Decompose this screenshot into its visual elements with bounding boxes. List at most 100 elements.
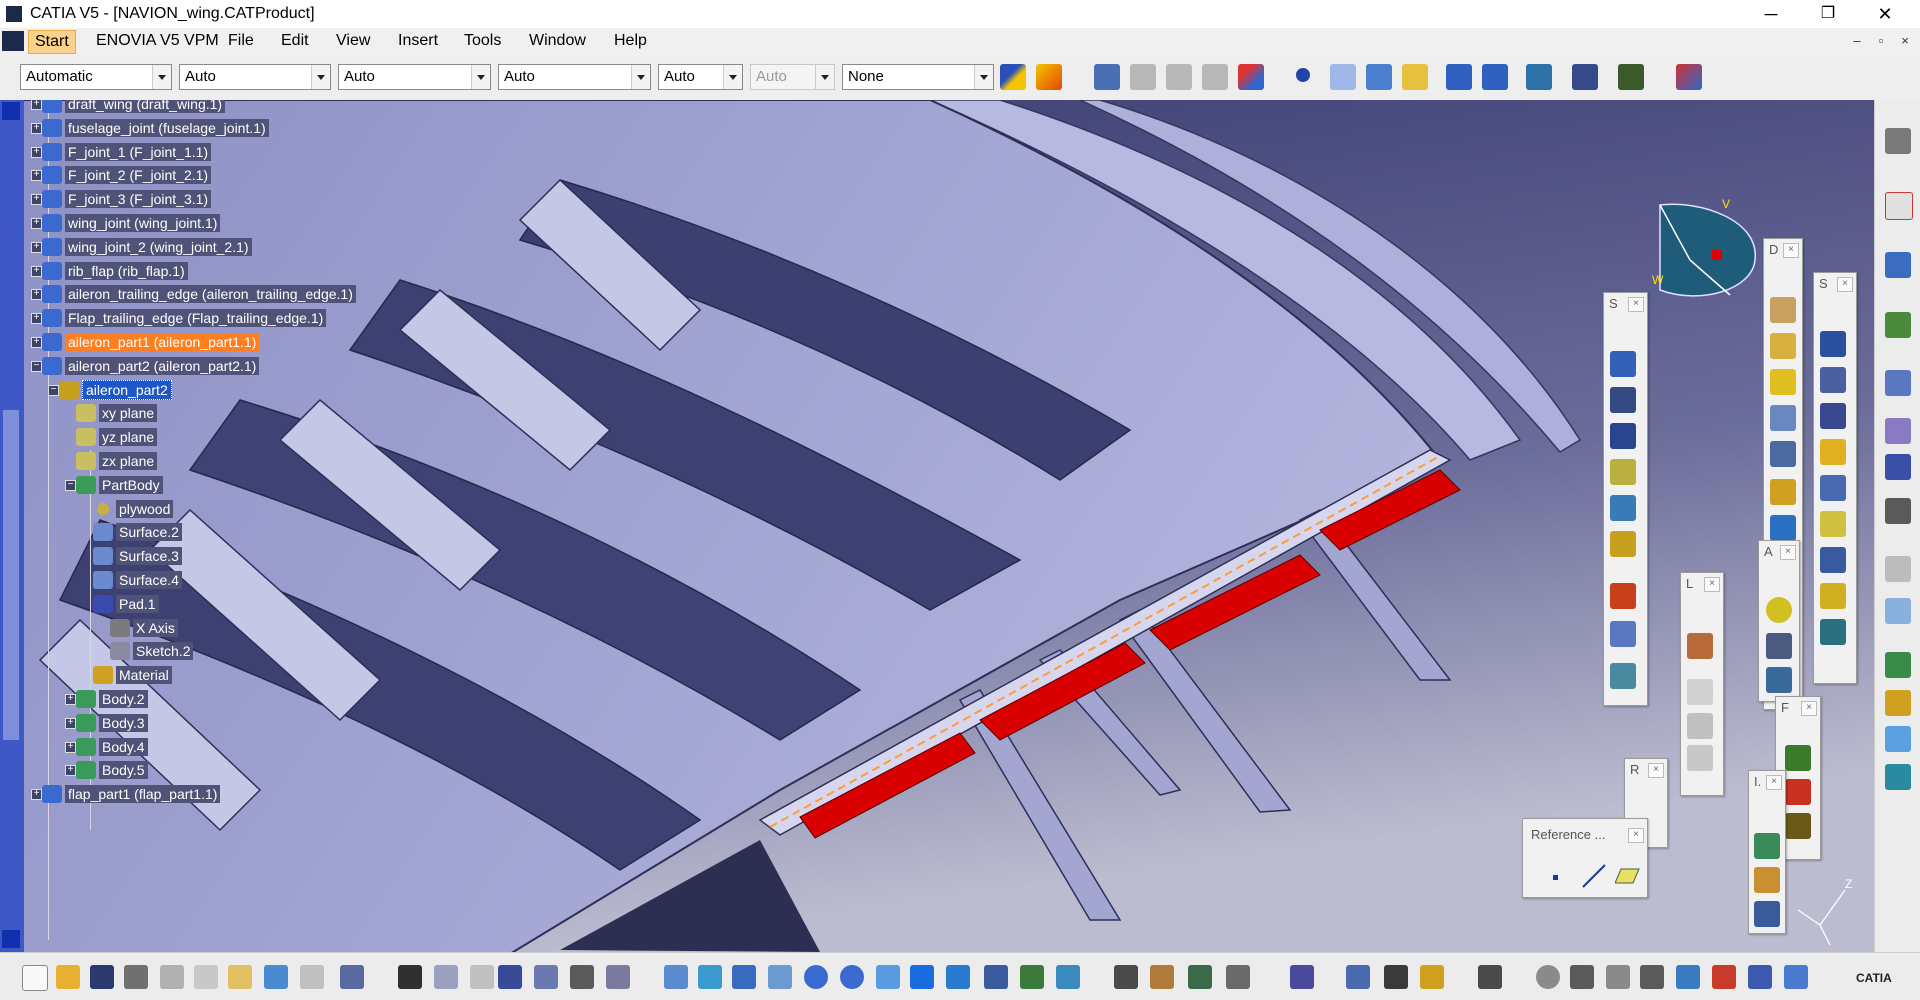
close-icon[interactable]: × xyxy=(1837,277,1853,292)
measure-icon[interactable] xyxy=(1402,64,1428,90)
menu-view[interactable]: View xyxy=(336,32,370,50)
close-icon[interactable]: × xyxy=(1780,545,1796,560)
expand-toggle-icon[interactable]: + xyxy=(65,717,76,729)
pcs-icon[interactable] xyxy=(1885,192,1913,220)
tree-item[interactable]: − aileron_part2 (aileron_part2.1) xyxy=(31,356,260,376)
surface-icon[interactable] xyxy=(1366,64,1392,90)
tree-item[interactable]: Surface.2 xyxy=(93,522,182,542)
settings-gear-icon[interactable] xyxy=(1114,965,1138,989)
expand-toggle-icon[interactable]: + xyxy=(31,218,42,229)
rotate-icon[interactable] xyxy=(768,965,792,989)
catalog-browser-icon[interactable] xyxy=(1676,64,1702,90)
tree-item[interactable]: + Flap_trailing_edge (Flap_trailing_edge.… xyxy=(31,308,327,328)
point-icon[interactable] xyxy=(1296,68,1310,82)
close-icon[interactable]: × xyxy=(1783,243,1799,258)
close-icon[interactable]: × xyxy=(1801,701,1817,716)
catalog-icon[interactable] xyxy=(1130,64,1156,90)
expand-toggle-icon[interactable]: + xyxy=(31,337,42,348)
layer-combo[interactable]: None xyxy=(842,64,994,90)
menu-file[interactable]: File xyxy=(228,32,254,50)
stiffener-icon[interactable] xyxy=(1820,547,1846,573)
tree-item[interactable]: + rib_flap (rib_flap.1) xyxy=(31,261,188,281)
swap-visible-icon[interactable] xyxy=(1056,965,1080,989)
floating-toolbar-title[interactable]: D × xyxy=(1764,239,1802,261)
comment-icon[interactable] xyxy=(434,965,458,989)
explode-icon[interactable] xyxy=(1290,965,1314,989)
plane-icon[interactable] xyxy=(1614,867,1641,887)
annotation-icon[interactable] xyxy=(1885,764,1911,790)
menu-insert[interactable]: Insert xyxy=(398,32,438,50)
expand-toggle-icon[interactable]: + xyxy=(31,170,42,182)
design-mode-icon[interactable] xyxy=(1150,965,1174,989)
hide-show-icon[interactable] xyxy=(1020,965,1044,989)
tree-item[interactable]: + draft_wing (draft_wing.1) xyxy=(31,100,226,114)
tree-item[interactable]: xy plane xyxy=(76,403,158,423)
tree-item[interactable]: Surface.4 xyxy=(93,570,182,590)
minimize-button[interactable]: ─ xyxy=(1748,2,1794,26)
manipulation-icon[interactable] xyxy=(1226,965,1250,989)
expand-toggle-icon[interactable]: + xyxy=(65,765,76,777)
transparency-combo[interactable]: Auto xyxy=(179,64,331,90)
boolean-icon[interactable] xyxy=(1885,598,1911,624)
shading-icon[interactable] xyxy=(984,965,1008,989)
menu-tools[interactable]: Tools xyxy=(464,32,501,50)
relimit-icon[interactable] xyxy=(1610,531,1636,557)
points-group-icon[interactable] xyxy=(1687,633,1713,659)
expand-toggle-icon[interactable]: − xyxy=(31,360,42,372)
pan-icon[interactable] xyxy=(732,965,756,989)
profile-icon[interactable] xyxy=(1610,495,1636,521)
mdi-close-button[interactable]: × xyxy=(1896,32,1914,50)
fillet-icon[interactable] xyxy=(1770,297,1796,323)
thickness-bottom-icon[interactable] xyxy=(1784,965,1808,989)
cylinder-icon[interactable] xyxy=(1766,597,1792,623)
scroll-up-arrow[interactable] xyxy=(2,102,20,120)
menu-start[interactable]: Start xyxy=(28,30,76,54)
save-icon[interactable] xyxy=(90,965,114,989)
tree-item[interactable]: Surface.3 xyxy=(93,546,182,566)
hole-icon[interactable] xyxy=(1820,439,1846,465)
refresh-icon[interactable] xyxy=(1536,965,1560,989)
close-icon[interactable]: × xyxy=(1648,763,1664,778)
expand-toggle-icon[interactable]: − xyxy=(65,479,76,491)
draft-icon[interactable] xyxy=(1885,726,1911,752)
line-tool-icon[interactable] xyxy=(1687,679,1713,705)
print-icon[interactable] xyxy=(124,965,148,989)
inertia-icon[interactable] xyxy=(1420,965,1444,989)
constraint-icon[interactable] xyxy=(1482,64,1508,90)
exit-workbench-icon[interactable] xyxy=(1610,387,1636,413)
grid-icon[interactable] xyxy=(1572,64,1598,90)
clash-icon[interactable] xyxy=(1712,965,1736,989)
document-icon[interactable] xyxy=(2,31,24,51)
properties-icon[interactable] xyxy=(1094,64,1120,90)
spline-icon[interactable] xyxy=(1330,64,1356,90)
redo-icon[interactable] xyxy=(300,965,324,989)
floating-toolbar-title[interactable]: A × xyxy=(1759,541,1799,563)
tree-item[interactable]: + F_joint_1 (F_joint_1.1) xyxy=(31,142,212,162)
expand-toggle-icon[interactable]: + xyxy=(31,313,42,325)
floating-toolbar-title[interactable]: S × xyxy=(1814,273,1856,295)
transform-icon[interactable] xyxy=(1885,498,1911,524)
menu-window[interactable]: Window xyxy=(529,32,586,50)
constraint-tool-icon[interactable] xyxy=(1610,459,1636,485)
loft-icon[interactable] xyxy=(1820,619,1846,645)
tree-item[interactable]: + fuselage_joint (fuselage_joint.1) xyxy=(31,118,269,138)
constraint-bottom-icon[interactable] xyxy=(1188,965,1212,989)
floating-toolbar-title[interactable]: L × xyxy=(1681,573,1723,595)
split-icon[interactable] xyxy=(1785,745,1811,771)
knowledge-icon[interactable] xyxy=(1238,64,1264,90)
close-icon[interactable]: × xyxy=(1766,775,1782,790)
formula-icon[interactable] xyxy=(1202,64,1228,90)
expand-toggle-icon[interactable]: + xyxy=(31,241,42,253)
menu-help[interactable]: Help xyxy=(614,32,647,50)
catalog-part-icon[interactable] xyxy=(570,965,594,989)
measure-item-icon[interactable] xyxy=(1384,965,1408,989)
close-icon[interactable]: × xyxy=(1704,577,1720,592)
table-icon[interactable] xyxy=(1166,64,1192,90)
mdi-restore-button[interactable]: ▫ xyxy=(1872,32,1890,50)
menu-enovia[interactable]: ENOVIA V5 VPM xyxy=(96,32,219,50)
analysis-icon[interactable] xyxy=(1526,64,1552,90)
chamfer-icon[interactable] xyxy=(1770,333,1796,359)
distance-icon[interactable] xyxy=(1346,965,1370,989)
expand-toggle-icon[interactable]: + xyxy=(31,100,42,110)
rib-tool-icon[interactable] xyxy=(1820,475,1846,501)
